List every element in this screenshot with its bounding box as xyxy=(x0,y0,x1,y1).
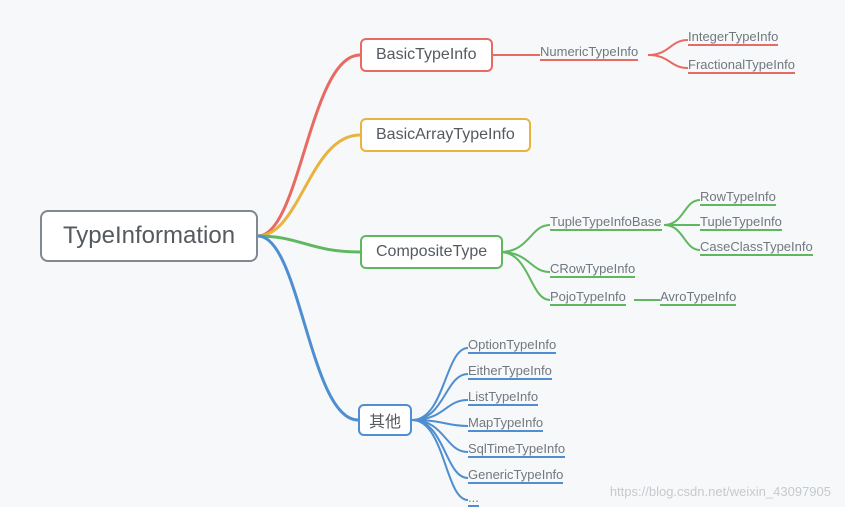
leaf-list: ListTypeInfo xyxy=(468,389,538,406)
leaf-option: OptionTypeInfo xyxy=(468,337,556,354)
watermark: https://blog.csdn.net/weixin_43097905 xyxy=(610,484,831,499)
branch-other: 其他 xyxy=(358,404,412,436)
leaf-more: ... xyxy=(468,490,479,507)
root-node: TypeInformation xyxy=(40,210,258,262)
branch-composite-label: CompositeType xyxy=(376,243,487,261)
leaf-fractional: FractionalTypeInfo xyxy=(688,57,795,74)
leaf-avro: AvroTypeInfo xyxy=(660,289,736,306)
root-label: TypeInformation xyxy=(63,222,235,250)
branch-basic-label: BasicTypeInfo xyxy=(376,46,477,64)
leaf-map: MapTypeInfo xyxy=(468,415,543,432)
leaf-crow: CRowTypeInfo xyxy=(550,261,635,278)
branch-array: BasicArrayTypeInfo xyxy=(360,118,531,152)
leaf-tuplebase: TupleTypeInfoBase xyxy=(550,214,662,231)
leaf-tuple: TupleTypeInfo xyxy=(700,214,782,231)
branch-other-label: 其他 xyxy=(369,408,401,432)
leaf-generic: GenericTypeInfo xyxy=(468,467,563,484)
branch-array-label: BasicArrayTypeInfo xyxy=(376,126,515,144)
leaf-numeric: NumericTypeInfo xyxy=(540,44,638,61)
leaf-pojo: PojoTypeInfo xyxy=(550,289,626,306)
branch-basic: BasicTypeInfo xyxy=(360,38,493,72)
leaf-sqltime: SqlTimeTypeInfo xyxy=(468,441,565,458)
leaf-caseclass: CaseClassTypeInfo xyxy=(700,239,813,256)
leaf-row: RowTypeInfo xyxy=(700,189,776,206)
leaf-integer: IntegerTypeInfo xyxy=(688,29,778,46)
leaf-either: EitherTypeInfo xyxy=(468,363,552,380)
branch-composite: CompositeType xyxy=(360,235,503,269)
